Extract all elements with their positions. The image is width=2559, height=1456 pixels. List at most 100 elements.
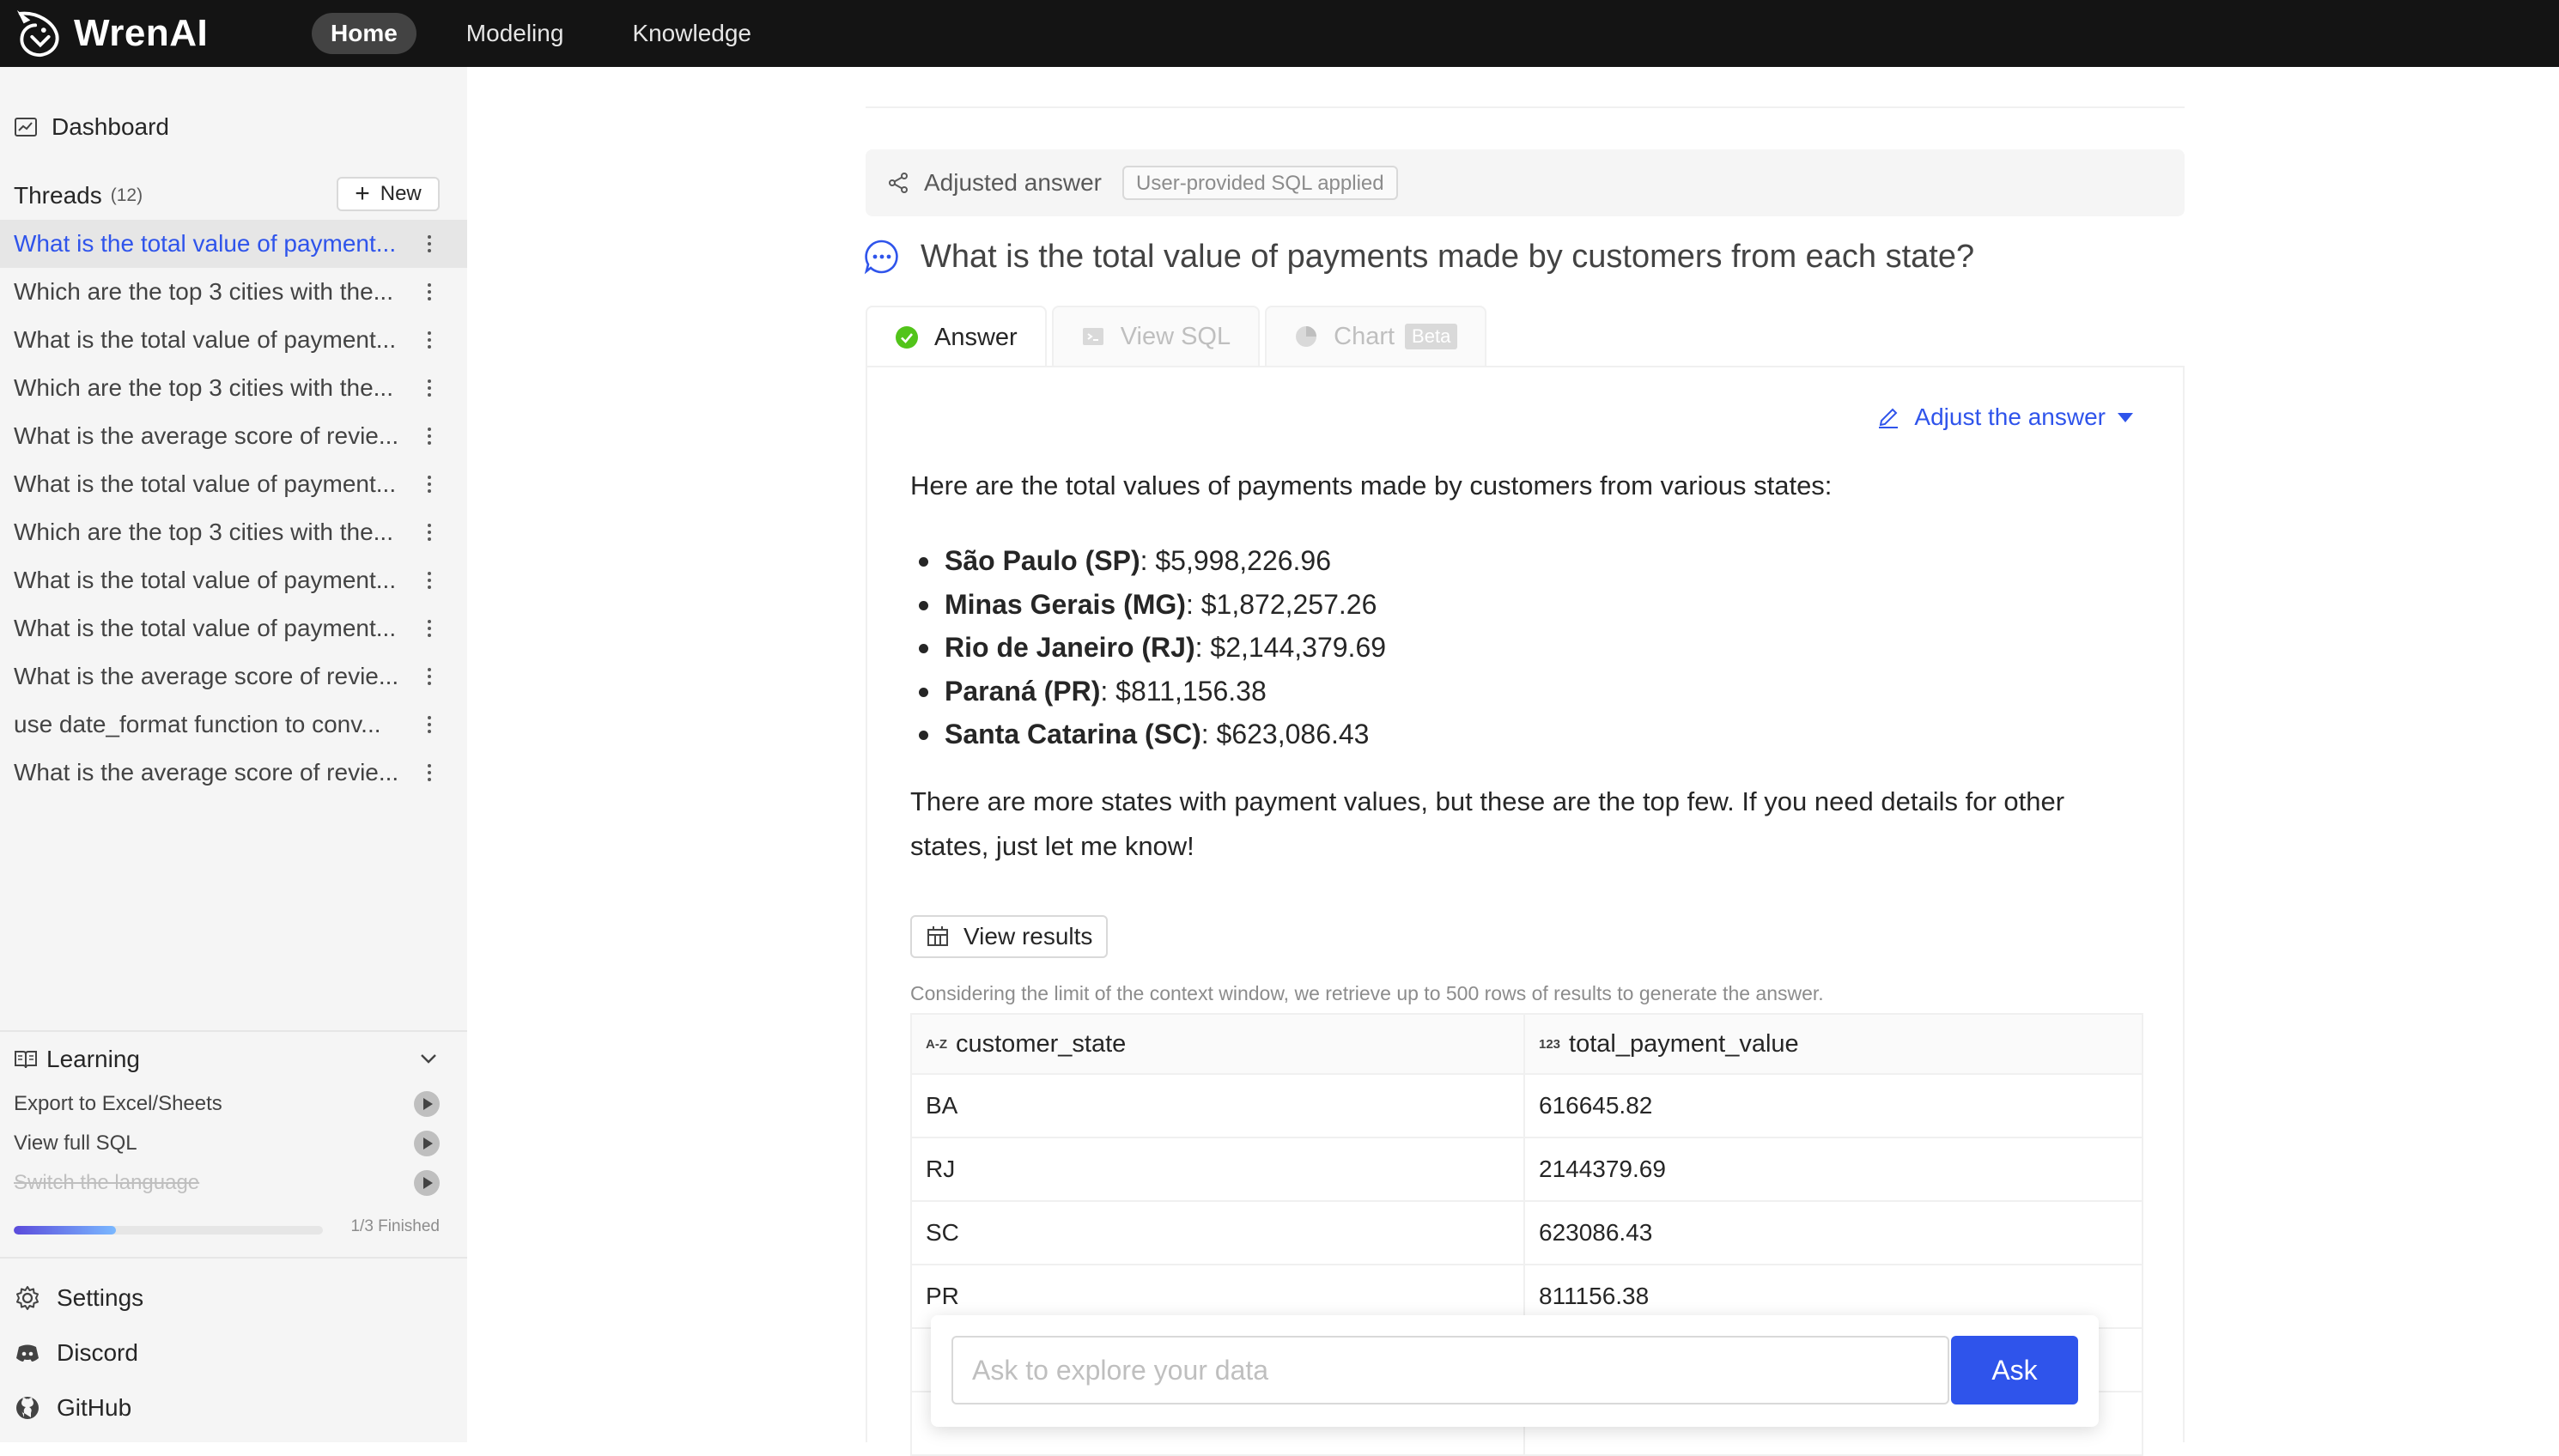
- learning-progress-text: 1/3 Finished: [350, 1217, 440, 1235]
- thread-title: What is the average score of revie...: [14, 422, 399, 449]
- context-window-note: Considering the limit of the context win…: [910, 982, 1824, 1004]
- more-icon[interactable]: [422, 520, 436, 544]
- sidebar-item-github[interactable]: GitHub: [14, 1387, 131, 1429]
- sidebar-item-settings[interactable]: Settings: [14, 1277, 143, 1319]
- adjusted-answer-bar: Adjusted answer User-provided SQL applie…: [866, 149, 2185, 216]
- list-item: São Paulo (SP): $5,998,226.96: [910, 539, 1386, 583]
- ask-bar: Ask: [931, 1315, 2099, 1427]
- learning-item-label: Export to Excel/Sheets: [14, 1092, 222, 1115]
- thread-item[interactable]: Which are the top 3 cities with the...: [0, 268, 467, 316]
- question-text: What is the total value of payments made…: [921, 238, 1975, 275]
- discord-icon: [16, 1344, 39, 1362]
- share-nodes-icon: [889, 173, 908, 193]
- list-item: Minas Gerais (MG): $1,872,257.26: [910, 583, 1386, 627]
- more-icon[interactable]: [422, 376, 436, 400]
- tab-chart[interactable]: Chart Beta: [1265, 306, 1487, 366]
- nav-knowledge[interactable]: Knowledge: [613, 13, 770, 54]
- column-header-total-payment-value[interactable]: 123 total_payment_value: [1525, 1015, 2142, 1073]
- github-label: GitHub: [57, 1394, 132, 1421]
- play-icon[interactable]: [414, 1170, 440, 1196]
- wrenai-logo[interactable]: WrenAI: [12, 0, 208, 67]
- adjust-answer-button[interactable]: Adjust the answer: [1876, 403, 2133, 431]
- more-icon[interactable]: [422, 616, 436, 640]
- dashboard-icon: [15, 118, 37, 136]
- ask-input[interactable]: [951, 1336, 1949, 1404]
- thread-title: What is the total value of payment...: [14, 230, 397, 257]
- thread-item[interactable]: What is the total value of payment...: [0, 556, 467, 604]
- tab-answer[interactable]: Answer: [866, 306, 1047, 367]
- thread-item[interactable]: What is the total value of payment...: [0, 604, 467, 652]
- text-type-icon: A-Z: [926, 1036, 947, 1052]
- tab-view-sql-label: View SQL: [1120, 322, 1231, 350]
- new-thread-label: New: [380, 182, 422, 205]
- new-thread-button[interactable]: + New: [337, 177, 440, 211]
- more-icon[interactable]: [422, 713, 436, 737]
- thread-item[interactable]: use date_format function to conv...: [0, 701, 467, 749]
- thread-item[interactable]: What is the average score of revie...: [0, 412, 467, 460]
- answer-tabs: Answer View SQL Chart Beta: [866, 306, 1492, 367]
- threads-title: Threads: [14, 182, 102, 209]
- gear-icon: [16, 1286, 39, 1310]
- more-icon[interactable]: [422, 568, 436, 592]
- thread-item[interactable]: Which are the top 3 cities with the...: [0, 508, 467, 556]
- thread-title: Which are the top 3 cities with the...: [14, 519, 393, 545]
- more-icon[interactable]: [422, 280, 436, 304]
- nav-home[interactable]: Home: [312, 13, 416, 54]
- more-icon[interactable]: [422, 761, 436, 785]
- more-icon[interactable]: [422, 328, 436, 352]
- ask-button[interactable]: Ask: [1951, 1336, 2078, 1404]
- learning-header[interactable]: Learning: [14, 1040, 440, 1078]
- table-cell: 616645.82: [1539, 1092, 1653, 1119]
- edit-pencil-icon: [1879, 408, 1899, 428]
- more-icon[interactable]: [422, 472, 436, 496]
- more-icon[interactable]: [422, 232, 436, 256]
- thread-title: Which are the top 3 cities with the...: [14, 278, 393, 305]
- learning-item-switch-language[interactable]: Switch the language: [14, 1164, 440, 1202]
- column-header-label: customer_state: [956, 1029, 1127, 1058]
- play-icon[interactable]: [414, 1091, 440, 1117]
- thread-title: What is the total value of payment...: [14, 326, 397, 353]
- thread-title: Which are the top 3 cities with the...: [14, 374, 393, 401]
- thread-item[interactable]: What is the total value of payment...: [0, 316, 467, 364]
- github-icon: [16, 1397, 39, 1419]
- thread-item[interactable]: What is the total value of payment...: [0, 460, 467, 508]
- adjusted-answer-label: Adjusted answer: [924, 169, 1103, 196]
- more-icon[interactable]: [422, 664, 436, 689]
- book-icon: [15, 1051, 37, 1069]
- view-results-button[interactable]: View results: [910, 915, 1109, 958]
- thread-title: What is the total value of payment...: [14, 615, 397, 641]
- tab-answer-label: Answer: [934, 323, 1018, 351]
- column-header-customer-state[interactable]: A-Z customer_state: [912, 1015, 1525, 1073]
- beta-badge: Beta: [1405, 324, 1458, 349]
- thread-item[interactable]: Which are the top 3 cities with the...: [0, 364, 467, 412]
- learning-item-label: Switch the language: [14, 1171, 200, 1194]
- state-value: : $2,144,379.69: [1194, 632, 1387, 663]
- table-cell: RJ: [912, 1138, 1525, 1200]
- threads-count: (12): [110, 185, 143, 205]
- dashboard-label: Dashboard: [52, 113, 169, 140]
- learning-progress-bar: [14, 1226, 323, 1235]
- question-header: What is the total value of payments made…: [864, 232, 1974, 282]
- chevron-down-icon[interactable]: [417, 1047, 440, 1070]
- play-icon[interactable]: [414, 1131, 440, 1156]
- thread-item[interactable]: What is the total value of payment...: [0, 220, 467, 268]
- learning-item-view-sql[interactable]: View full SQL: [14, 1125, 440, 1162]
- sidebar-item-dashboard[interactable]: Dashboard: [14, 106, 169, 148]
- wren-bird-icon: [16, 9, 59, 58]
- learning-item-export[interactable]: Export to Excel/Sheets: [14, 1085, 440, 1123]
- thread-title: What is the total value of payment...: [14, 470, 397, 497]
- learning-title: Learning: [46, 1046, 140, 1072]
- column-header-label: total_payment_value: [1569, 1029, 1799, 1058]
- thread-title: What is the total value of payment...: [14, 567, 397, 593]
- thread-item[interactable]: What is the average score of revie...: [0, 749, 467, 797]
- thread-title: What is the average score of revie...: [14, 663, 399, 689]
- check-circle-icon: [896, 326, 918, 349]
- nav-modeling[interactable]: Modeling: [447, 13, 583, 54]
- state-name: Paraná (PR): [945, 675, 1101, 707]
- thread-list: What is the total value of payment... Wh…: [0, 220, 467, 797]
- tab-view-sql[interactable]: View SQL: [1051, 306, 1261, 366]
- thread-item[interactable]: What is the average score of revie...: [0, 652, 467, 701]
- sidebar-item-discord[interactable]: Discord: [14, 1332, 138, 1374]
- more-icon[interactable]: [422, 424, 436, 448]
- answer-intro: Here are the total values of payments ma…: [910, 470, 1833, 500]
